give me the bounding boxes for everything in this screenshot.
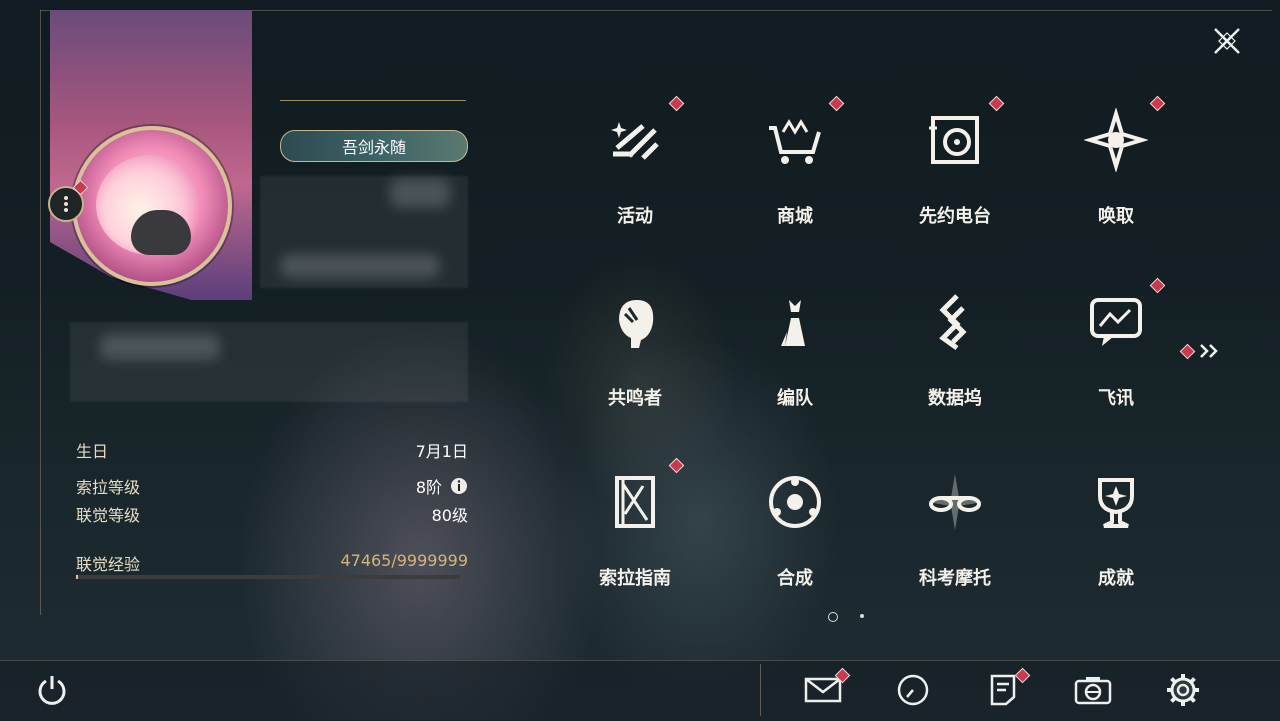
avatar[interactable] xyxy=(72,126,232,286)
stat-sol-rank-value: 8阶 xyxy=(415,478,442,497)
avatar-cat xyxy=(131,210,191,255)
close-icon xyxy=(1214,28,1240,54)
stat-union-level-value: 80级 xyxy=(431,506,468,525)
clock-button[interactable] xyxy=(893,670,933,710)
bottom-divider xyxy=(760,664,761,716)
activity-icon xyxy=(611,122,659,160)
guide-book-icon xyxy=(615,476,655,528)
trophy-icon xyxy=(1098,478,1134,528)
menu-item-9[interactable]: 索拉指南 xyxy=(570,457,700,612)
double-chevron-right-icon xyxy=(1200,344,1218,358)
notes-button[interactable] xyxy=(983,667,1031,710)
page-indicator-2[interactable] xyxy=(860,614,864,618)
motorcycle-icon xyxy=(927,474,983,530)
menu-item-label: 合成 xyxy=(777,568,813,589)
stat-union-exp-value: 47465/9999999 xyxy=(340,551,468,570)
page-indicator-1[interactable] xyxy=(828,612,838,622)
title-tag-label: 吾剑永随 xyxy=(341,138,406,157)
menu-item-label: 数据坞 xyxy=(928,388,982,409)
mail-icon xyxy=(804,677,842,703)
settings-gear-icon xyxy=(1167,674,1199,706)
shop-cart-icon xyxy=(769,119,821,164)
data-bank-icon xyxy=(939,294,967,351)
menu-item-label: 活动 xyxy=(617,206,653,227)
blurred-signature xyxy=(100,334,220,360)
menu-item-label: 共鸣者 xyxy=(608,388,662,409)
power-button[interactable] xyxy=(32,670,72,710)
power-icon xyxy=(38,676,66,705)
menu-item-8[interactable]: 飞讯 xyxy=(1051,277,1181,432)
menu-item-10[interactable]: 合成 xyxy=(730,462,860,612)
menu-item-7[interactable]: 数据坞 xyxy=(890,282,1020,432)
profile-divider xyxy=(280,100,466,101)
menu-item-label: 先约电台 xyxy=(919,206,991,227)
exp-progress-fill xyxy=(76,575,78,579)
menu-item-2[interactable]: 商城 xyxy=(730,95,860,250)
next-page-button[interactable] xyxy=(1179,338,1222,364)
convene-star-icon xyxy=(1084,108,1148,172)
blurred-player-id xyxy=(390,178,450,208)
settings-button[interactable] xyxy=(1163,670,1203,710)
stat-birthday-value: 7月1日 xyxy=(415,442,468,461)
synthesis-icon xyxy=(769,476,821,528)
camera-button[interactable] xyxy=(1073,670,1113,710)
stat-union-level: 联觉等级 80级 xyxy=(76,502,468,526)
stat-union-exp-label: 联觉经验 xyxy=(76,555,141,574)
menu-item-12[interactable]: 成就 xyxy=(1051,462,1181,612)
menu-item-label: 成就 xyxy=(1098,568,1134,589)
menu-item-11[interactable]: 科考摩托 xyxy=(890,462,1020,612)
next-page-badge xyxy=(1179,343,1196,359)
mail-button[interactable] xyxy=(803,667,851,710)
menu-item-4[interactable]: 唤取 xyxy=(1051,95,1181,250)
stat-sol-rank-label: 索拉等级 xyxy=(76,478,141,497)
stat-sol-rank: 索拉等级 8阶 xyxy=(76,474,468,498)
menu-item-label: 商城 xyxy=(777,206,813,227)
menu-item-label: 飞讯 xyxy=(1098,388,1134,409)
team-chess-icon xyxy=(781,300,805,346)
radio-icon xyxy=(929,116,979,164)
exp-progress-bar xyxy=(76,575,460,579)
more-vertical-icon xyxy=(64,196,68,212)
title-tag[interactable]: 吾剑永随 xyxy=(280,130,468,162)
notes-icon xyxy=(990,674,1016,706)
stat-union-exp: 联觉经验 47465/9999999 xyxy=(76,551,468,575)
info-icon[interactable] xyxy=(450,477,468,495)
camera-icon xyxy=(1074,677,1112,705)
clock-icon xyxy=(897,674,929,706)
menu-item-6[interactable]: 编队 xyxy=(730,282,860,432)
stat-union-level-label: 联觉等级 xyxy=(76,506,141,525)
menu-item-5[interactable]: 共鸣者 xyxy=(570,282,700,432)
message-bubble-icon xyxy=(1090,298,1142,346)
stat-birthday: 生日 7月1日 xyxy=(76,438,468,462)
menu-item-label: 科考摩托 xyxy=(919,568,991,589)
menu-item-1[interactable]: 活动 xyxy=(570,95,700,250)
menu-item-label: 唤取 xyxy=(1098,206,1134,227)
menu-item-label: 索拉指南 xyxy=(599,568,671,589)
blurred-player-name xyxy=(280,254,440,278)
frame-left-line xyxy=(40,10,41,615)
menu-item-3[interactable]: 先约电台 xyxy=(890,95,1020,250)
close-button[interactable] xyxy=(1206,20,1248,62)
menu-item-label: 编队 xyxy=(777,388,813,409)
resonator-head-icon xyxy=(619,300,654,348)
stat-birthday-label: 生日 xyxy=(76,442,109,461)
